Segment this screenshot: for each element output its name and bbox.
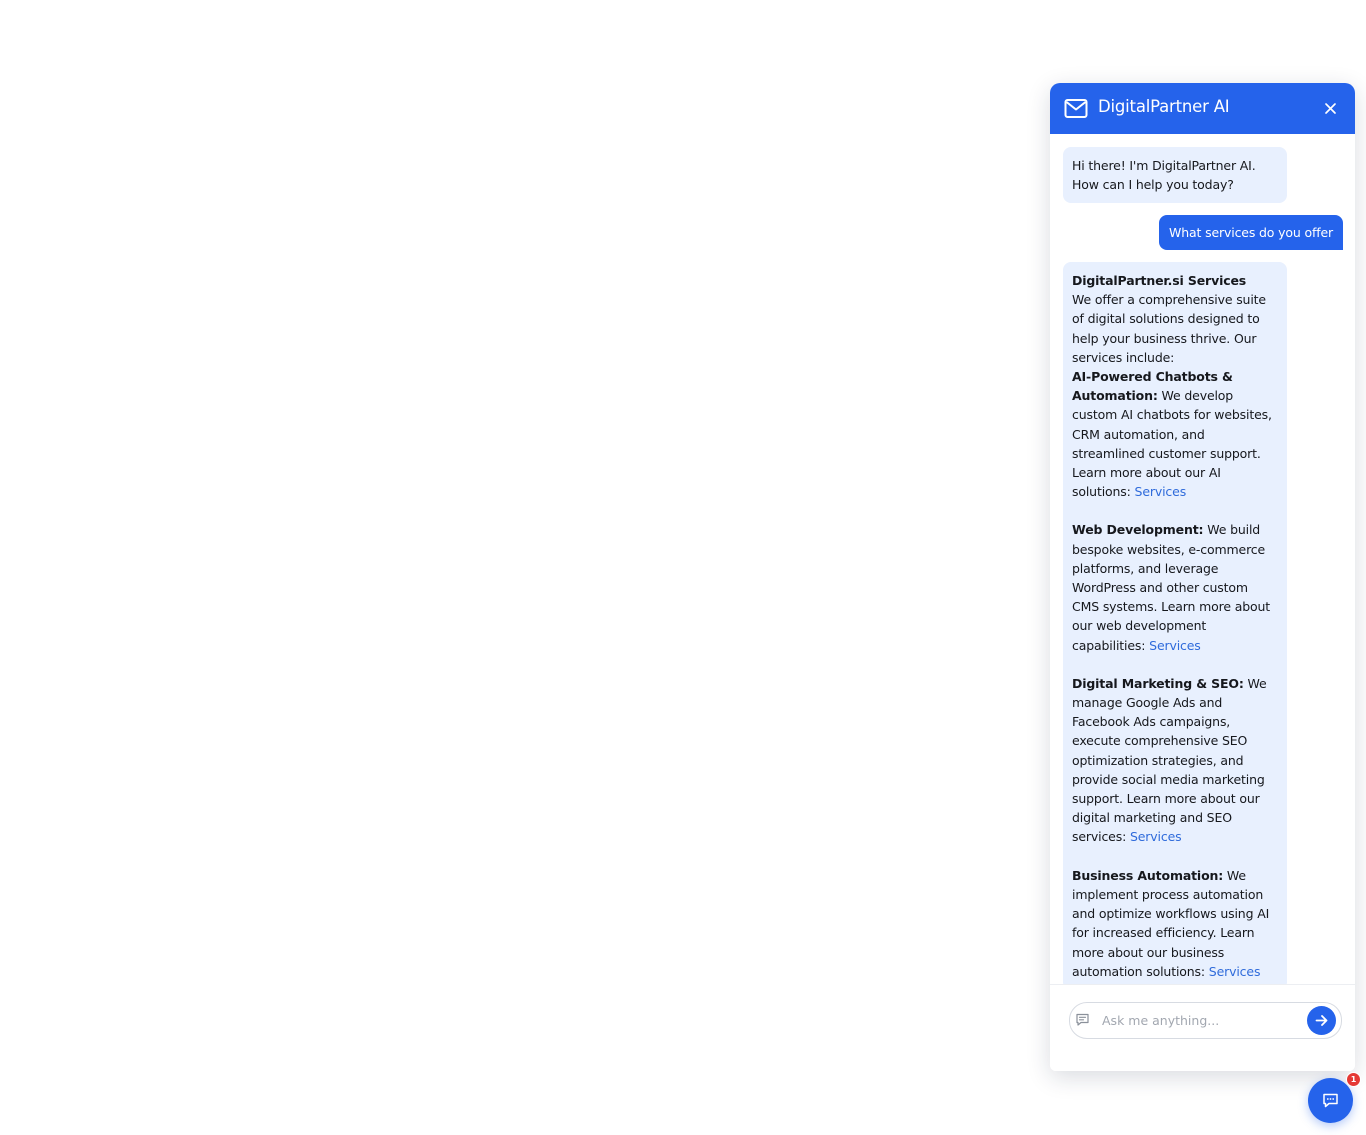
service-title: Digital Marketing & SEO:	[1072, 675, 1244, 691]
service-body: We manage Google Ads and Facebook Ads ca…	[1072, 675, 1267, 845]
bot-message-services: DigitalPartner.si Services We offer a co…	[1063, 262, 1287, 984]
message-icon	[1076, 1013, 1089, 1026]
chat-title: DigitalPartner AI	[1098, 97, 1230, 116]
bot-message-text: Hi there! I'm DigitalPartner AI. How can…	[1072, 158, 1256, 193]
close-icon[interactable]	[1322, 100, 1339, 117]
message-list[interactable]: Hi there! I'm DigitalPartner AI. How can…	[1050, 134, 1355, 984]
service-body: We build bespoke websites, e-commerce pl…	[1072, 522, 1271, 653]
services-heading: DigitalPartner.si Services	[1072, 273, 1247, 288]
service-item: AI-Powered Chatbots & Automation: We dev…	[1072, 367, 1278, 501]
user-message-text: What services do you offer	[1169, 225, 1333, 240]
service-item: Digital Marketing & SEO: We manage Googl…	[1072, 674, 1278, 847]
chat-widget: DigitalPartner AI Hi there! I'm DigitalP…	[1050, 83, 1355, 1071]
bot-message: Hi there! I'm DigitalPartner AI. How can…	[1063, 147, 1287, 204]
service-item: Web Development: We build bespoke websit…	[1072, 520, 1278, 654]
mail-icon	[1064, 99, 1088, 118]
service-title: Business Automation:	[1072, 867, 1224, 883]
chat-bubble-icon	[1323, 1093, 1338, 1108]
service-title: Web Development:	[1072, 522, 1204, 538]
services-link[interactable]: Services	[1149, 638, 1201, 653]
message-input[interactable]	[1102, 1003, 1300, 1038]
user-message: What services do you offer	[1159, 215, 1343, 251]
services-link[interactable]: Services	[1209, 964, 1261, 979]
service-body: We develop custom AI chatbots for websit…	[1072, 388, 1272, 500]
send-button[interactable]	[1307, 1006, 1336, 1035]
services-intro: We offer a comprehensive suite of digita…	[1072, 292, 1266, 365]
services-link[interactable]: Services	[1130, 829, 1182, 844]
message-input-box	[1069, 1002, 1342, 1039]
service-body: We implement process automation and opti…	[1072, 867, 1270, 979]
arrow-right-icon	[1315, 1015, 1328, 1026]
chat-launcher-button[interactable]	[1308, 1078, 1353, 1123]
service-item: Business Automation: We implement proces…	[1072, 866, 1278, 981]
input-area	[1050, 984, 1355, 1071]
services-link[interactable]: Services	[1135, 484, 1187, 499]
chat-header: DigitalPartner AI	[1050, 83, 1355, 134]
notification-badge: 1	[1346, 1072, 1361, 1087]
